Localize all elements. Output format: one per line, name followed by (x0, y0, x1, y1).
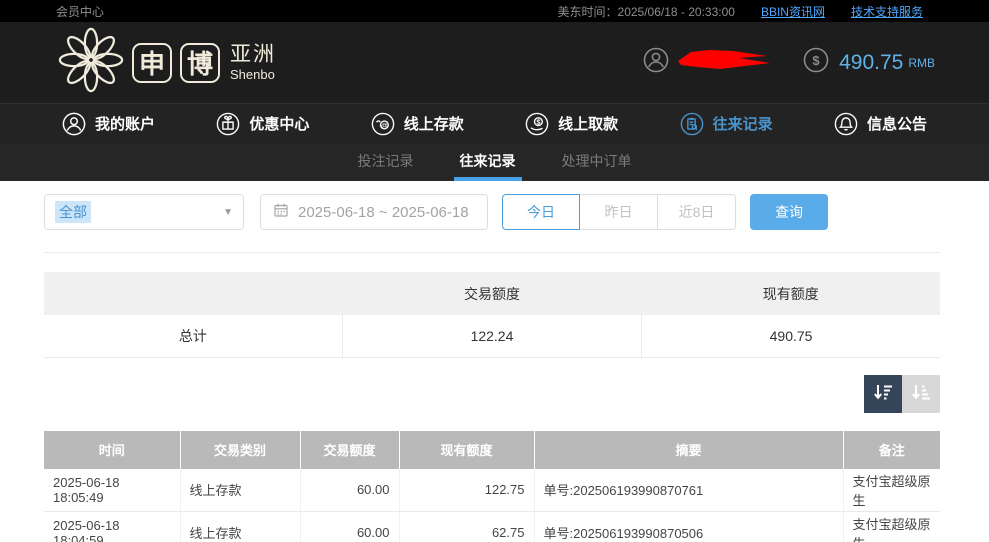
summary-table: 交易额度 现有额度 总计 122.24 490.75 (44, 272, 940, 358)
last-8-days-button[interactable]: 近8日 (658, 194, 736, 230)
member-center-label: 会员中心 (56, 4, 105, 19)
section-divider (44, 252, 940, 253)
eastern-time-label: 美东时间：2025/06/18 - 20:33:00 (557, 4, 735, 19)
main-nav: 我的账户 优惠中心 @ 线上存款 $ 线上取款 往来记录 信息公告 (0, 103, 989, 143)
logo-region-text: 亚洲 (230, 43, 276, 66)
tab-betting-records[interactable]: 投注记录 (352, 143, 420, 181)
cell-balance: 62.75 (399, 511, 535, 542)
nav-label: 信息公告 (866, 116, 927, 133)
cell-amount: 60.00 (300, 468, 400, 512)
calendar-icon (273, 202, 289, 222)
nav-item-transaction-records[interactable]: 往来记录 (680, 112, 773, 136)
summary-total-transaction: 122.24 (341, 315, 642, 358)
today-button[interactable]: 今日 (502, 194, 580, 230)
table-row: 2025-06-18 18:05:49 线上存款 60.00 122.75 单号… (44, 468, 940, 512)
transaction-type-select[interactable]: 全部 ▼ (44, 194, 244, 230)
summary-total-row: 总计 122.24 490.75 (44, 315, 940, 358)
cell-remark: 支付宝超级原生 (843, 468, 940, 512)
cell-type: 线上存款 (180, 468, 301, 512)
username-redaction-scribble (675, 46, 773, 79)
cell-summary: 单号:202506193990870506 (534, 511, 844, 542)
col-header-remark: 备注 (843, 430, 940, 469)
cell-type: 线上存款 (180, 511, 301, 542)
svg-text:$: $ (537, 117, 541, 126)
date-range-value: 2025-06-18 ~ 2025-06-18 (298, 203, 469, 221)
quick-date-button-group: 今日 昨日 近8日 (502, 194, 736, 230)
logo-wordmark: 亚洲 Shenbo (230, 44, 276, 81)
cell-balance: 122.75 (399, 468, 535, 512)
nav-label: 线上取款 (558, 116, 619, 133)
svg-text:$: $ (812, 53, 820, 68)
user-icon (62, 112, 86, 136)
col-header-summary: 摘要 (534, 430, 844, 469)
deposit-icon: @ (371, 112, 395, 136)
sub-nav: 投注记录 往来记录 处理中订单 (0, 143, 989, 181)
records-header-row: 时间 交易类别 交易额度 现有额度 摘要 备注 (44, 430, 940, 469)
nav-label: 线上存款 (403, 116, 464, 133)
nav-label: 我的账户 (95, 116, 156, 133)
summary-total-balance: 490.75 (641, 315, 940, 358)
tech-support-link[interactable]: 技术支持服务 (851, 3, 923, 20)
shenbo-logo[interactable]: 申 博 亚洲 Shenbo (58, 27, 276, 98)
nav-item-promotions[interactable]: 优惠中心 (216, 112, 309, 136)
summary-header-balance: 现有额度 (641, 272, 940, 315)
tab-transaction-records[interactable]: 往来记录 (453, 143, 522, 181)
selected-type-value: 全部 (55, 201, 91, 223)
summary-header-row: 交易额度 现有额度 (44, 272, 940, 315)
nav-item-announcements[interactable]: 信息公告 (834, 112, 927, 136)
bbin-news-link[interactable]: BBIN资讯网 (761, 3, 825, 20)
table-row: 2025-06-18 18:04:59 线上存款 60.00 62.75 单号:… (44, 511, 940, 542)
summary-header-transaction: 交易额度 (342, 272, 642, 315)
col-header-type: 交易类别 (180, 430, 301, 469)
nav-item-my-account[interactable]: 我的账户 (62, 112, 155, 136)
cell-remark: 支付宝超级原生 (843, 511, 940, 542)
nav-label: 优惠中心 (249, 116, 310, 133)
nav-item-withdraw[interactable]: $ 线上取款 (525, 112, 618, 136)
logo-brand-text: Shenbo (230, 67, 275, 82)
date-range-input[interactable]: 2025-06-18 ~ 2025-06-18 (260, 194, 488, 230)
gift-icon (216, 112, 240, 136)
balance-amount: 490.75 (839, 50, 904, 74)
cell-summary: 单号:202506193990870761 (534, 468, 844, 512)
header: 申 博 亚洲 Shenbo $ 490.75 RMB (0, 22, 989, 103)
svg-text:@: @ (381, 122, 387, 129)
records-table: 时间 交易类别 交易额度 现有额度 摘要 备注 2025-06-18 18:05… (44, 430, 940, 542)
top-bar: 会员中心 美东时间：2025/06/18 - 20:33:00 BBIN资讯网 … (0, 0, 989, 22)
filter-row: 全部 ▼ 2025-06-18 ~ 2025-06-18 今日 昨日 近8日 查… (44, 194, 940, 230)
summary-total-label: 总计 (44, 315, 343, 358)
withdraw-icon: $ (525, 112, 549, 136)
nav-label: 往来记录 (712, 116, 773, 133)
sort-ascending-button[interactable] (902, 374, 940, 413)
col-header-amount: 交易额度 (300, 430, 400, 469)
tab-pending-orders[interactable]: 处理中订单 (556, 143, 638, 181)
flower-logo-icon (58, 27, 124, 98)
cell-amount: 60.00 (300, 511, 400, 542)
bell-icon (834, 112, 858, 136)
sort-ascending-icon (910, 381, 932, 406)
summary-header-empty (44, 272, 343, 315)
sort-descending-icon (872, 381, 894, 406)
sort-descending-button[interactable] (864, 374, 902, 413)
chevron-down-icon: ▼ (223, 206, 233, 218)
balance-currency: RMB (908, 55, 935, 70)
yesterday-button[interactable]: 昨日 (580, 194, 658, 230)
search-button[interactable]: 查询 (750, 194, 828, 230)
dollar-coin-icon: $ (803, 47, 829, 78)
col-header-balance: 现有额度 (399, 430, 535, 469)
nav-item-deposit[interactable]: @ 线上存款 (371, 112, 464, 136)
records-icon (680, 112, 704, 136)
main-content: 全部 ▼ 2025-06-18 ~ 2025-06-18 今日 昨日 近8日 查… (0, 181, 989, 542)
cell-time: 2025-06-18 18:04:59 (44, 511, 181, 542)
col-header-time: 时间 (44, 430, 181, 469)
sort-controls (44, 374, 940, 413)
account-user-icon[interactable] (643, 47, 669, 78)
logo-char-shen: 申 (132, 42, 172, 83)
logo-char-bo: 博 (180, 42, 220, 83)
cell-time: 2025-06-18 18:05:49 (44, 468, 181, 512)
